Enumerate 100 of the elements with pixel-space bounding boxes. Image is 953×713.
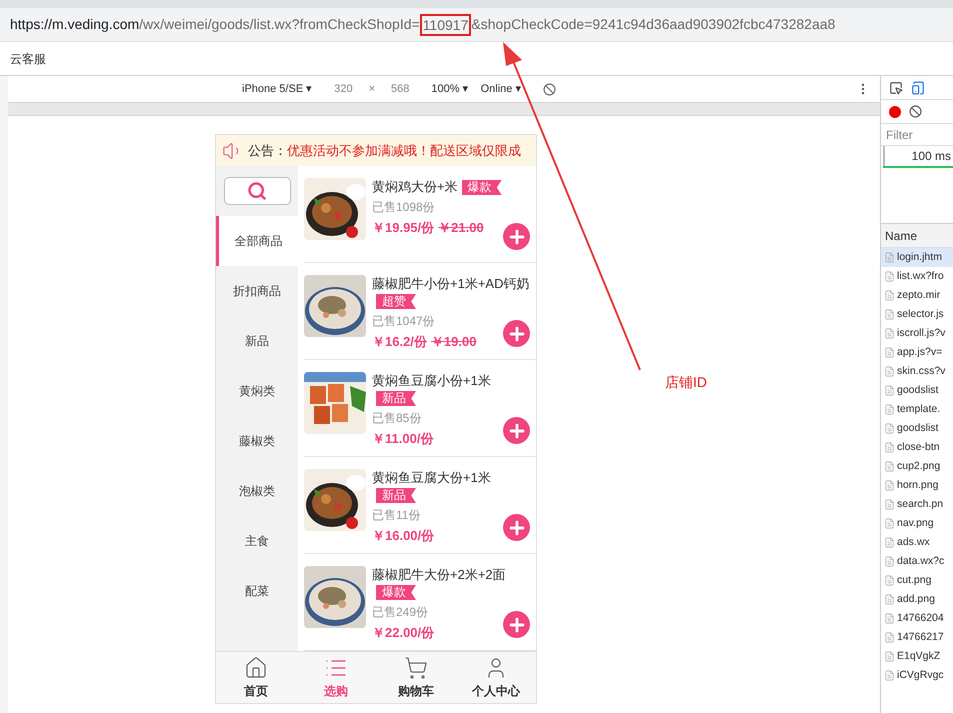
request-row[interactable]: horn.png — [881, 476, 953, 495]
plus-icon — [506, 226, 526, 246]
notice-text: 优惠活动不参加满减哦！配送区域仅限成 — [287, 142, 521, 160]
request-row[interactable]: ads.wx — [881, 533, 953, 552]
column-header[interactable]: Name — [881, 224, 953, 248]
request-row[interactable]: add.png — [881, 590, 953, 609]
category-item[interactable]: 藤椒类 — [216, 416, 298, 466]
file-icon — [884, 480, 895, 491]
sold-count: 已售11份 — [372, 507, 422, 524]
product-name: 黄焖鱼豆腐小份+1米 新品 — [372, 372, 492, 406]
request-row[interactable]: login.jhtm — [881, 248, 953, 267]
file-icon — [884, 575, 895, 586]
sold-count: 已售85份 — [372, 410, 422, 427]
request-row[interactable]: selector.js — [881, 305, 953, 324]
request-row[interactable]: 14766204 — [881, 609, 953, 628]
request-row[interactable]: nav.png — [881, 514, 953, 533]
device-select[interactable]: iPhone 5/SE ▾ — [242, 80, 312, 98]
filter-field[interactable]: Filter — [881, 124, 953, 146]
file-icon — [884, 309, 895, 320]
file-icon — [884, 461, 895, 472]
file-icon — [884, 670, 895, 681]
file-icon — [884, 556, 895, 567]
tab-item[interactable]: 购物车 — [376, 652, 456, 703]
file-icon — [884, 385, 895, 396]
plus-icon — [506, 324, 526, 344]
plus-icon — [506, 420, 526, 440]
request-row[interactable]: iscroll.js?v — [881, 324, 953, 343]
search-button[interactable] — [224, 177, 290, 205]
category-item[interactable]: 配菜 — [216, 566, 298, 616]
product-name: 藤椒肥牛小份+1米+AD钙奶 超赞 — [372, 275, 530, 309]
inspect-icon[interactable] — [889, 80, 903, 94]
request-row[interactable]: app.js?v= — [881, 343, 953, 362]
annotation-label: 店铺ID — [665, 373, 707, 392]
sold-count: 已售1098份 — [372, 199, 436, 216]
category-item[interactable]: 主食 — [216, 516, 298, 566]
sold-count: 已售249份 — [372, 604, 430, 621]
tab-item[interactable]: 个人中心 — [456, 652, 536, 703]
product-tag: 爆款 — [376, 585, 416, 600]
category-item[interactable]: 全部商品 — [216, 216, 298, 266]
bookmark[interactable]: 云客服 — [10, 50, 46, 68]
file-icon — [884, 366, 895, 377]
category-item[interactable]: 黄焖类 — [216, 366, 298, 416]
price: ￥19.95/份 — [372, 219, 434, 237]
product-tag: 爆款 — [462, 180, 502, 195]
cart-icon — [404, 656, 428, 680]
product-tag: 新品 — [376, 488, 416, 503]
add-button[interactable] — [503, 320, 530, 347]
add-button[interactable] — [503, 514, 530, 541]
file-icon — [884, 290, 895, 301]
request-row[interactable]: goodslist — [881, 419, 953, 438]
file-icon — [884, 594, 895, 605]
sold-count: 已售1047份 — [372, 313, 436, 330]
request-row[interactable]: iCVgRvgc — [881, 666, 953, 685]
times-sign: × — [368, 82, 376, 97]
zoom-select[interactable]: 100% ▾ — [431, 80, 469, 98]
request-row[interactable]: close-btn — [881, 438, 953, 457]
product-name: 黄焖鸡大份+米 爆款 — [372, 178, 532, 195]
price: ￥16.2/份 — [372, 333, 427, 351]
add-button[interactable] — [503, 611, 530, 638]
request-row[interactable]: search.pn — [881, 495, 953, 514]
network-select[interactable]: Online ▾ — [480, 80, 522, 98]
price: ￥11.00/份 — [372, 430, 434, 448]
notice-label: 公告： — [248, 142, 287, 160]
file-icon — [884, 518, 895, 529]
file-icon — [884, 499, 895, 510]
file-icon — [884, 404, 895, 415]
add-button[interactable] — [503, 417, 530, 444]
clear-icon[interactable] — [909, 105, 922, 118]
request-row[interactable]: cut.png — [881, 571, 953, 590]
request-row[interactable]: list.wx?fro — [881, 267, 953, 286]
file-icon — [884, 252, 895, 263]
file-icon — [884, 442, 895, 453]
add-button[interactable] — [503, 223, 530, 250]
width-field[interactable]: 320 — [334, 80, 353, 98]
product-name: 藤椒肥牛大份+2米+2面 爆款 — [372, 566, 507, 600]
product-tag: 新品 — [376, 391, 416, 406]
product-name: 黄焖鱼豆腐大份+1米 新品 — [372, 469, 492, 503]
file-icon — [884, 632, 895, 643]
request-row[interactable]: skin.css?v — [881, 362, 953, 381]
request-row[interactable]: zepto.mir — [881, 286, 953, 305]
record-icon[interactable] — [889, 106, 901, 118]
plus-icon — [506, 614, 526, 634]
request-row[interactable]: data.wx?c — [881, 552, 953, 571]
device-icon[interactable] — [911, 80, 925, 94]
request-row[interactable]: E1qVgkZ — [881, 647, 953, 666]
category-item[interactable]: 新品 — [216, 316, 298, 366]
request-row[interactable]: 14766217 — [881, 628, 953, 647]
price: ￥22.00/份 — [372, 624, 434, 642]
request-row[interactable]: goodslist — [881, 381, 953, 400]
request-row[interactable]: cup2.png — [881, 457, 953, 476]
height-field[interactable]: 568 — [391, 80, 410, 98]
tab-item[interactable]: 首页 — [216, 652, 296, 703]
category-item[interactable]: 折扣商品 — [216, 266, 298, 316]
file-icon — [884, 651, 895, 662]
product-tag: 超赞 — [376, 294, 416, 309]
category-item[interactable]: 泡椒类 — [216, 466, 298, 516]
file-icon — [884, 423, 895, 434]
request-row[interactable]: template. — [881, 400, 953, 419]
old-price: ￥21.00 — [438, 219, 484, 237]
highlight-box: 110917 — [420, 14, 472, 36]
